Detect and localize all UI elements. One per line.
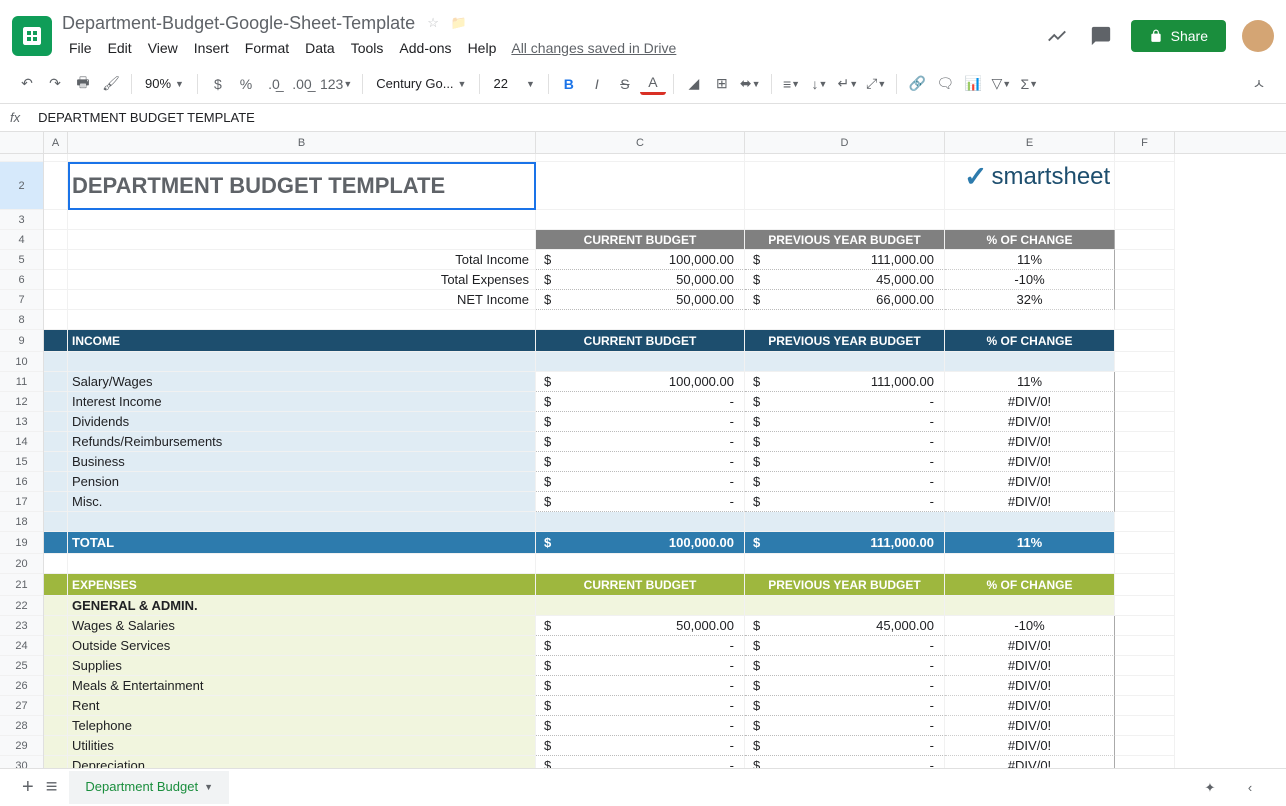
filter-button[interactable]: ▽▼ bbox=[988, 71, 1014, 97]
menu-tools[interactable]: Tools bbox=[344, 36, 391, 60]
row-header-15[interactable]: 15 bbox=[0, 452, 43, 472]
insert-comment-button[interactable]: 🗨 bbox=[932, 71, 958, 97]
italic-button[interactable]: I bbox=[584, 71, 610, 97]
row-header-[interactable] bbox=[0, 154, 43, 162]
fx-icon[interactable]: fx bbox=[10, 110, 20, 125]
more-formats-dropdown[interactable]: 123▼ bbox=[317, 71, 355, 97]
row-header-16[interactable]: 16 bbox=[0, 472, 43, 492]
comments-icon[interactable] bbox=[1087, 22, 1115, 50]
row-header-30[interactable]: 30 bbox=[0, 756, 43, 768]
menu-insert[interactable]: Insert bbox=[187, 36, 236, 60]
percent-icon[interactable]: % bbox=[233, 71, 259, 97]
menu-addons[interactable]: Add-ons bbox=[392, 36, 458, 60]
share-label: Share bbox=[1171, 28, 1208, 44]
row-header-10[interactable]: 10 bbox=[0, 352, 43, 372]
row-header-14[interactable]: 14 bbox=[0, 432, 43, 452]
functions-button[interactable]: Σ▼ bbox=[1016, 71, 1042, 97]
column-headers: A B C D E F bbox=[0, 132, 1286, 154]
menu-view[interactable]: View bbox=[141, 36, 185, 60]
menu-format[interactable]: Format bbox=[238, 36, 296, 60]
currency-icon[interactable]: $ bbox=[205, 71, 231, 97]
row-header-29[interactable]: 29 bbox=[0, 736, 43, 756]
menu-help[interactable]: Help bbox=[461, 36, 504, 60]
col-header-f[interactable]: F bbox=[1115, 132, 1175, 153]
redo-icon[interactable]: ↷ bbox=[42, 71, 68, 97]
move-folder-icon[interactable]: 📁 bbox=[451, 15, 467, 31]
row-header-17[interactable]: 17 bbox=[0, 492, 43, 512]
explore-button[interactable]: ✦ bbox=[1196, 774, 1224, 802]
col-header-c[interactable]: C bbox=[536, 132, 745, 153]
row-header-24[interactable]: 24 bbox=[0, 636, 43, 656]
select-all-corner[interactable] bbox=[0, 132, 44, 153]
row-header-26[interactable]: 26 bbox=[0, 676, 43, 696]
star-icon[interactable]: ☆ bbox=[427, 15, 439, 31]
row-header-22[interactable]: 22 bbox=[0, 596, 43, 616]
row-header-7[interactable]: 7 bbox=[0, 290, 43, 310]
menu-file[interactable]: File bbox=[62, 36, 99, 60]
row-header-9[interactable]: 9 bbox=[0, 330, 43, 352]
activity-icon[interactable] bbox=[1043, 22, 1071, 50]
row-header-20[interactable]: 20 bbox=[0, 554, 43, 574]
sheets-logo-icon[interactable] bbox=[12, 16, 52, 56]
row-header-5[interactable]: 5 bbox=[0, 250, 43, 270]
borders-button[interactable]: ⊞ bbox=[709, 71, 735, 97]
increase-decimal-icon[interactable]: .00̲ bbox=[289, 71, 315, 97]
row-header-8[interactable]: 8 bbox=[0, 310, 43, 330]
row-headers: 2345678910111213141516171819202122232425… bbox=[0, 154, 44, 768]
smartsheet-logo: ✓smartsheet bbox=[964, 160, 1110, 193]
menu-data[interactable]: Data bbox=[298, 36, 342, 60]
menu-bar: File Edit View Insert Format Data Tools … bbox=[62, 36, 1043, 60]
col-header-e[interactable]: E bbox=[945, 132, 1115, 153]
toolbar: ↶ ↷ 🖶 🖌 90%▼ $ % .0̲ .00̲ 123▼ Century G… bbox=[0, 64, 1286, 104]
paint-format-icon[interactable]: 🖌 bbox=[98, 71, 124, 97]
document-title[interactable]: Department-Budget-Google-Sheet-Template bbox=[62, 13, 415, 34]
horizontal-align-button[interactable]: ≡▼ bbox=[779, 71, 805, 97]
spreadsheet-cells[interactable]: ✓smartsheet DEPARTMENT BUDGET TEMPLATECU… bbox=[44, 154, 1175, 768]
undo-icon[interactable]: ↶ bbox=[14, 71, 40, 97]
zoom-dropdown[interactable]: 90%▼ bbox=[139, 76, 190, 91]
row-header-4[interactable]: 4 bbox=[0, 230, 43, 250]
col-header-b[interactable]: B bbox=[68, 132, 536, 153]
row-header-19[interactable]: 19 bbox=[0, 532, 43, 554]
print-icon[interactable]: 🖶 bbox=[70, 71, 96, 97]
sheet-tab-department-budget[interactable]: Department Budget▼ bbox=[69, 771, 229, 804]
side-panel-toggle[interactable]: ‹ bbox=[1236, 774, 1264, 802]
all-sheets-button[interactable]: ≡ bbox=[46, 776, 58, 799]
row-header-12[interactable]: 12 bbox=[0, 392, 43, 412]
account-avatar[interactable] bbox=[1242, 20, 1274, 52]
vertical-align-button[interactable]: ↓▼ bbox=[807, 71, 833, 97]
text-wrap-button[interactable]: ↵▼ bbox=[835, 71, 862, 97]
text-rotation-button[interactable]: ⤢▼ bbox=[863, 71, 889, 97]
row-header-23[interactable]: 23 bbox=[0, 616, 43, 636]
row-header-21[interactable]: 21 bbox=[0, 574, 43, 596]
row-header-25[interactable]: 25 bbox=[0, 656, 43, 676]
row-header-11[interactable]: 11 bbox=[0, 372, 43, 392]
drive-status[interactable]: All changes saved in Drive bbox=[511, 40, 676, 56]
menu-edit[interactable]: Edit bbox=[101, 36, 139, 60]
merge-cells-button[interactable]: ⬌▼ bbox=[737, 71, 764, 97]
text-color-button[interactable]: A bbox=[640, 73, 666, 95]
decrease-decimal-icon[interactable]: .0̲ bbox=[261, 71, 287, 97]
insert-chart-button[interactable]: 📊 bbox=[960, 71, 986, 97]
bold-button[interactable]: B bbox=[556, 71, 582, 97]
row-header-27[interactable]: 27 bbox=[0, 696, 43, 716]
row-header-6[interactable]: 6 bbox=[0, 270, 43, 290]
col-header-a[interactable]: A bbox=[44, 132, 68, 153]
insert-link-button[interactable]: 🔗 bbox=[904, 71, 930, 97]
row-header-2[interactable]: 2 bbox=[0, 162, 43, 210]
formula-input[interactable]: DEPARTMENT BUDGET TEMPLATE bbox=[38, 110, 255, 125]
share-button[interactable]: Share bbox=[1131, 20, 1226, 52]
add-sheet-button[interactable]: + bbox=[22, 776, 34, 799]
strikethrough-button[interactable]: S bbox=[612, 71, 638, 97]
row-header-28[interactable]: 28 bbox=[0, 716, 43, 736]
fill-color-button[interactable]: ◢ bbox=[681, 71, 707, 97]
row-header-13[interactable]: 13 bbox=[0, 412, 43, 432]
row-header-18[interactable]: 18 bbox=[0, 512, 43, 532]
col-header-d[interactable]: D bbox=[745, 132, 945, 153]
font-size-dropdown[interactable]: 22▼ bbox=[487, 76, 540, 91]
row-header-3[interactable]: 3 bbox=[0, 210, 43, 230]
font-family-dropdown[interactable]: Century Go...▼ bbox=[370, 76, 472, 91]
collapse-toolbar-icon[interactable]: ㅅ bbox=[1246, 71, 1272, 97]
